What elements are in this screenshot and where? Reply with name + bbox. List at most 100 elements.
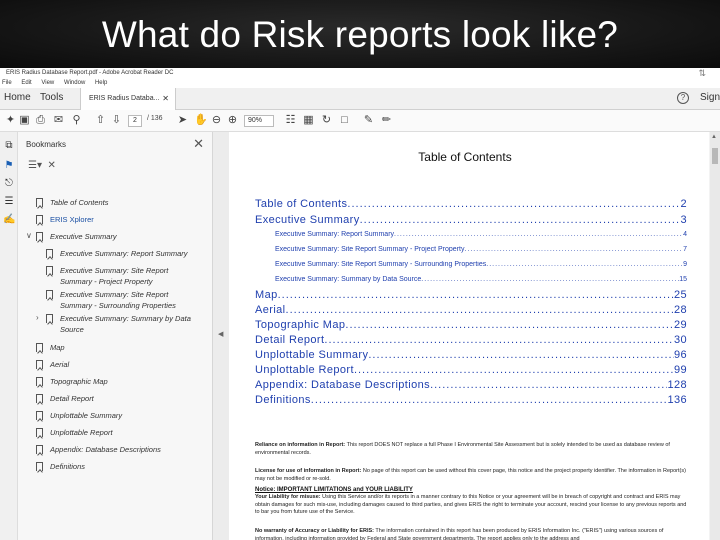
bookmark-item[interactable]: Executive Summary: Summary by Data Sourc… [60, 313, 200, 335]
menu-window[interactable]: Window [64, 80, 85, 86]
bookmark-item[interactable]: Appendix: Database Descriptions [50, 444, 200, 455]
bookmark-item[interactable]: Executive Summary: Site Report Summary -… [60, 265, 200, 287]
tab-home[interactable]: Home [4, 92, 31, 103]
toc-entry[interactable]: Unplottable Summary 96 [255, 349, 687, 363]
next-page-icon[interactable]: ⇩ [110, 114, 123, 127]
close-tab-icon[interactable]: ✕ [162, 88, 169, 110]
bookmarks-icon[interactable]: ⚑ [3, 160, 15, 172]
toc-entry-label: Aerial [255, 304, 286, 316]
collapse-panel-icon[interactable]: ◀ [218, 330, 223, 338]
toc-entry[interactable]: Aerial 28 [255, 304, 687, 318]
email-icon[interactable]: ✉ [52, 114, 65, 127]
notice-lead: Reliance on information in Report: [255, 442, 346, 448]
bookmark-icon [36, 232, 43, 241]
bookmark-icon [36, 215, 43, 224]
toc-entry[interactable]: Detail Report 30 [255, 334, 687, 348]
toc-entry[interactable]: Definitions 136 [255, 394, 687, 408]
bookmark-item[interactable]: Topographic Map [50, 376, 200, 387]
toc-entry-page: 30 [673, 334, 687, 346]
save-icon[interactable]: ▣ [18, 114, 31, 127]
signatures-icon[interactable]: ✍ [3, 214, 15, 226]
toc-entry[interactable]: Executive Summary 3 [255, 214, 687, 228]
comment-icon[interactable]: ✎ [362, 114, 375, 127]
menu-view[interactable]: View [41, 80, 54, 86]
bookmark-item[interactable]: Definitions [50, 461, 200, 472]
bookmark-icon [36, 343, 43, 352]
toc-entry-label: Executive Summary: Site Report Summary -… [275, 261, 487, 268]
slide-title: What do Risk reports look like? [101, 14, 619, 55]
toc-leader [368, 349, 674, 361]
help-icon[interactable]: ? [677, 92, 689, 104]
bookmark-icon [36, 462, 43, 471]
create-pdf-icon[interactable]: ✦ [4, 114, 17, 127]
select-tool-icon[interactable]: ➤ [176, 114, 189, 127]
notice-text: Using this Service and/or its reports in… [255, 494, 687, 515]
previous-page-icon[interactable]: ⇧ [94, 114, 107, 127]
tab-tools[interactable]: Tools [40, 92, 63, 103]
bookmark-options-icon[interactable]: ☰▾ ✕ [28, 160, 56, 171]
hand-tool-icon[interactable]: ✋ [194, 114, 208, 127]
layers-icon[interactable]: ☰ [3, 196, 15, 208]
notice-paragraph: Reliance on information in Report: This … [255, 442, 689, 457]
scroll-up-icon[interactable]: ▲ [711, 134, 717, 140]
vertical-scrollbar[interactable] [710, 132, 720, 540]
toc-entry[interactable]: Appendix: Database Descriptions 128 [255, 379, 687, 393]
search-icon[interactable]: ⚲ [70, 114, 83, 127]
toc-entry-page: 3 [680, 214, 687, 226]
menu-help[interactable]: Help [95, 80, 107, 86]
attachments-icon[interactable]: ⎋ [3, 178, 15, 190]
toc-entry[interactable]: Executive Summary: Report Summary 4 [275, 231, 687, 241]
toc-entry-page: 29 [673, 319, 687, 331]
bookmark-item[interactable]: Aerial [50, 359, 200, 370]
bookmark-icon [36, 411, 43, 420]
bookmark-item[interactable]: Detail Report [50, 393, 200, 404]
bookmark-item[interactable]: Unplottable Summary [50, 410, 200, 421]
document-view[interactable]: Table of Contents Table of Contents 2 Exec… [229, 132, 709, 540]
toc-leader [347, 198, 680, 210]
tab-document[interactable]: ERIS Radius Databa... ✕ [80, 88, 176, 110]
zoom-select[interactable]: 90% [244, 115, 274, 127]
toc-entry[interactable]: Unplottable Report 99 [255, 364, 687, 378]
bookmark-item[interactable]: Executive Summary: Report Summary [60, 248, 200, 259]
bookmark-item[interactable]: Executive Summary: Site Report Summary -… [60, 289, 200, 311]
toc-entry[interactable]: Topographic Map 29 [255, 319, 687, 333]
page-number-input[interactable]: 2 [128, 115, 142, 127]
sign-in-link[interactable]: Sign [700, 92, 720, 103]
expand-chevron-icon[interactable]: ∨ [26, 231, 32, 240]
bookmark-item[interactable]: Executive Summary [50, 231, 200, 242]
bookmark-item[interactable]: Table of Contents [50, 197, 200, 208]
toc-entry-label: Executive Summary [255, 214, 360, 226]
bookmark-item[interactable]: ERIS Xplorer [50, 214, 200, 225]
pages-icon[interactable]: ⧉ [3, 140, 15, 152]
scroll-mode-icon[interactable]: ▦ [302, 114, 315, 127]
bookmark-icon [46, 290, 53, 299]
toc-entry[interactable]: Executive Summary: Site Report Summary -… [275, 246, 687, 256]
close-panel-icon[interactable]: ✕ [193, 136, 204, 152]
scrollbar-thumb[interactable] [712, 148, 718, 164]
bookmark-icon [46, 266, 53, 275]
bookmark-item[interactable]: Unplottable Report [50, 427, 200, 438]
toc-entry-page: 15 [679, 276, 687, 283]
window-title: ERIS Radius Database Report.pdf - Adobe … [0, 68, 720, 78]
toc-entry[interactable]: Executive Summary: Summary by Data Sourc… [275, 276, 687, 286]
bookmark-item[interactable]: Map [50, 342, 200, 353]
collapse-chevron-icon[interactable]: › [36, 313, 39, 322]
toc-entry-page: 96 [673, 349, 687, 361]
toc-entry[interactable]: Map 25 [255, 289, 687, 303]
menu-edit[interactable]: Edit [21, 80, 31, 86]
zoom-in-icon[interactable]: ⊕ [226, 114, 239, 127]
menu-file[interactable]: File [2, 80, 12, 86]
fit-page-icon[interactable]: ☷ [284, 114, 297, 127]
full-screen-icon[interactable]: □ [338, 114, 351, 127]
toc-entry-label: Appendix: Database Descriptions [255, 379, 431, 391]
toc-entry[interactable]: Table of Contents 2 [255, 198, 687, 212]
zoom-out-icon[interactable]: ⊖ [210, 114, 223, 127]
toc-entry-page: 28 [673, 304, 687, 316]
toc-entry[interactable]: Executive Summary: Site Report Summary -… [275, 261, 687, 271]
print-icon[interactable]: ⎙ [34, 114, 47, 127]
toc-leader [360, 214, 681, 226]
toc-leader [311, 394, 668, 406]
rotate-icon[interactable]: ↻ [320, 114, 333, 127]
highlight-icon[interactable]: ✏ [380, 114, 393, 127]
toc-leader [278, 289, 674, 301]
